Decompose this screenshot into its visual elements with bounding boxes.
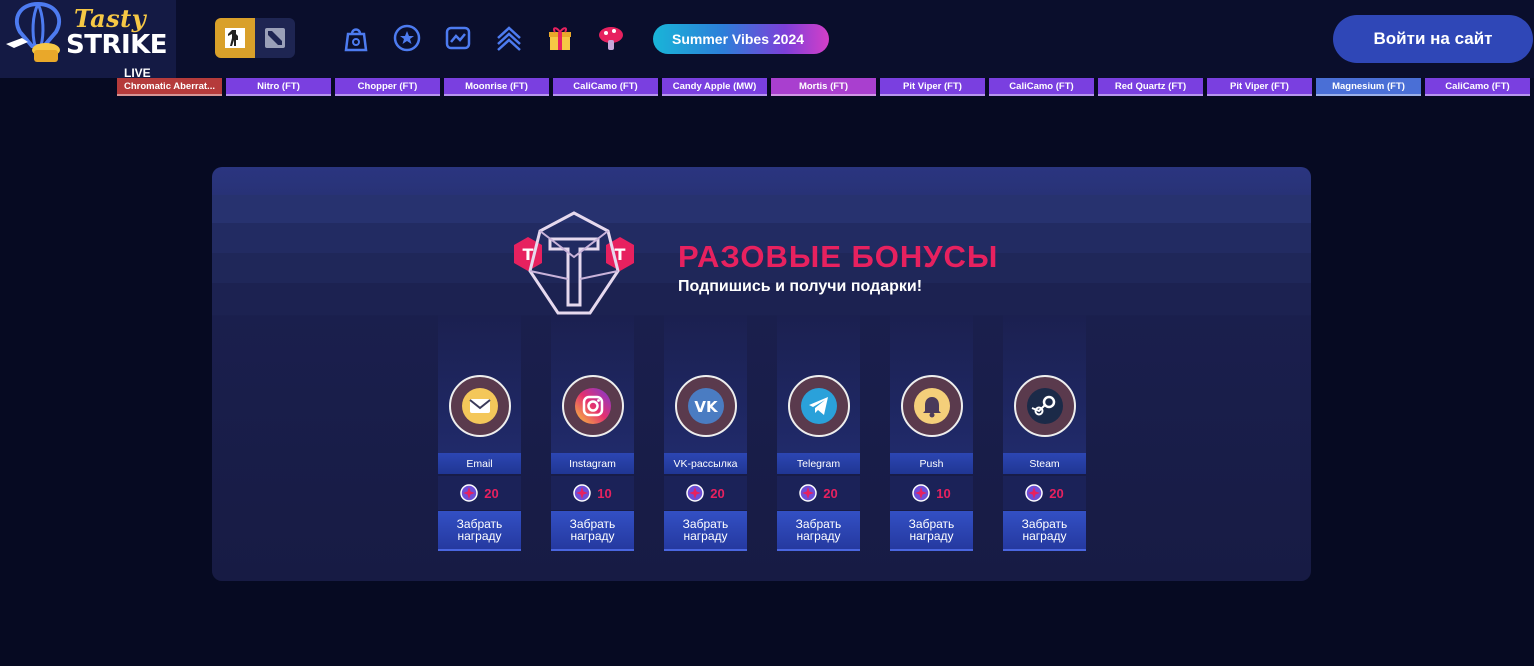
ticker-item[interactable]: Pit Viper (FT) [1207, 78, 1312, 96]
telegram-icon [788, 375, 850, 437]
bonus-card-steam: Steam 20 Забрать награду [1003, 315, 1086, 551]
card-reward: 20 [777, 476, 860, 510]
logo-text-strike: STRIKE [66, 30, 168, 60]
gem-icon [799, 484, 818, 502]
claim-reward-button[interactable]: Забрать награду [777, 511, 860, 551]
gem-icon [912, 484, 931, 502]
email-icon [449, 375, 511, 437]
bonus-emblem-icon: T T [514, 211, 634, 315]
reward-amount: 20 [484, 485, 499, 501]
dota-icon [265, 28, 285, 48]
mushroom-icon[interactable] [595, 22, 627, 54]
nav-icons [340, 22, 646, 54]
ticker-item[interactable]: Candy Apple (MW) [662, 78, 767, 96]
cs-go-icon [225, 28, 245, 48]
card-reward: 20 [1003, 476, 1086, 510]
instagram-icon [562, 375, 624, 437]
ticker-item[interactable]: Chromatic Aberrat... [117, 78, 222, 96]
card-title: Steam [1003, 453, 1086, 474]
ticker-item[interactable]: Red Quartz (FT) [1098, 78, 1203, 96]
bonus-card-push: Push 10 Забрать награду [890, 315, 973, 551]
claim-reward-button[interactable]: Забрать награду [1003, 511, 1086, 551]
card-title: Email [438, 453, 521, 474]
claim-reward-button[interactable]: Забрать награду [438, 511, 521, 551]
bonus-card-instagram: Instagram 10 Забрать награду [551, 315, 634, 551]
live-drops-ticker: Chromatic Aberrat... Nitro (FT) Chopper (F… [0, 78, 1534, 100]
balloon-logo-icon [6, 1, 62, 62]
reward-amount: 10 [936, 485, 951, 501]
ticker-item[interactable]: Mortis (FT) [771, 78, 876, 96]
rank-icon[interactable] [493, 22, 525, 54]
card-reward: 20 [438, 476, 521, 510]
ticker-item[interactable]: CaliCamo (FT) [553, 78, 658, 96]
reward-amount: 20 [710, 485, 725, 501]
ticker-item[interactable]: Moonrise (FT) [444, 78, 549, 96]
ticker-item[interactable]: CaliCamo (FT) [1425, 78, 1530, 96]
game-dota-button[interactable] [255, 18, 295, 58]
gem-icon [460, 484, 479, 502]
steam-icon [1014, 375, 1076, 437]
card-reward: 20 [664, 476, 747, 510]
game-cs-button[interactable] [215, 18, 255, 58]
card-title: Instagram [551, 453, 634, 474]
bag-icon[interactable] [340, 22, 372, 54]
bonus-title: РАЗОВЫЕ БОНУСЫ [678, 239, 999, 274]
site-logo[interactable]: Tasty STRIKE LIVE [0, 0, 176, 80]
game-switcher [215, 18, 295, 58]
bonus-subtitle: Подпишись и получи подарки! [678, 278, 923, 295]
reward-amount: 20 [1049, 485, 1064, 501]
gem-icon [573, 484, 592, 502]
ticker-item[interactable]: Nitro (FT) [226, 78, 331, 96]
card-title: Telegram [777, 453, 860, 474]
svg-text:VK: VK [694, 398, 719, 416]
vk-icon: VK [675, 375, 737, 437]
ticker-item[interactable]: Magnesium (FT) [1316, 78, 1421, 96]
card-title: Push [890, 453, 973, 474]
top-header: Tasty STRIKE LIVE Summer Vibes 2024 Войт… [0, 0, 1534, 80]
ticker-item[interactable]: Chopper (FT) [335, 78, 440, 96]
ticker-item[interactable]: CaliCamo (FT) [989, 78, 1094, 96]
one-time-bonus-panel: T T РАЗОВЫЕ БОНУСЫ Подпишись и получи по… [212, 167, 1311, 581]
bonus-cards: Email 20 Забрать награду Instagram 10 Забрать… [438, 315, 1116, 551]
upgrade-icon[interactable] [442, 22, 474, 54]
claim-reward-button[interactable]: Забрать награду [890, 511, 973, 551]
card-reward: 10 [551, 476, 634, 510]
gift-icon[interactable] [544, 22, 576, 54]
bonus-card-email: Email 20 Забрать награду [438, 315, 521, 551]
card-title: VK-рассылка [664, 453, 747, 474]
ticker-lead [0, 78, 117, 96]
login-button[interactable]: Войти на сайт [1333, 15, 1533, 63]
bonus-card-vk-рассылка: VK VK-рассылка 20 Забрать награду [664, 315, 747, 551]
logo-text-tasty: Tasty [74, 4, 147, 33]
bonus-card-telegram: Telegram 20 Забрать награду [777, 315, 860, 551]
reward-amount: 20 [823, 485, 838, 501]
star-icon[interactable] [391, 22, 423, 54]
gem-icon [686, 484, 705, 502]
claim-reward-button[interactable]: Забрать награду [551, 511, 634, 551]
ticker-item[interactable]: Pit Viper (FT) [880, 78, 985, 96]
claim-reward-button[interactable]: Забрать награду [664, 511, 747, 551]
reward-amount: 10 [597, 485, 612, 501]
card-reward: 10 [890, 476, 973, 510]
summer-vibes-event-button[interactable]: Summer Vibes 2024 [653, 24, 829, 54]
gem-icon [1025, 484, 1044, 502]
bell-icon [901, 375, 963, 437]
